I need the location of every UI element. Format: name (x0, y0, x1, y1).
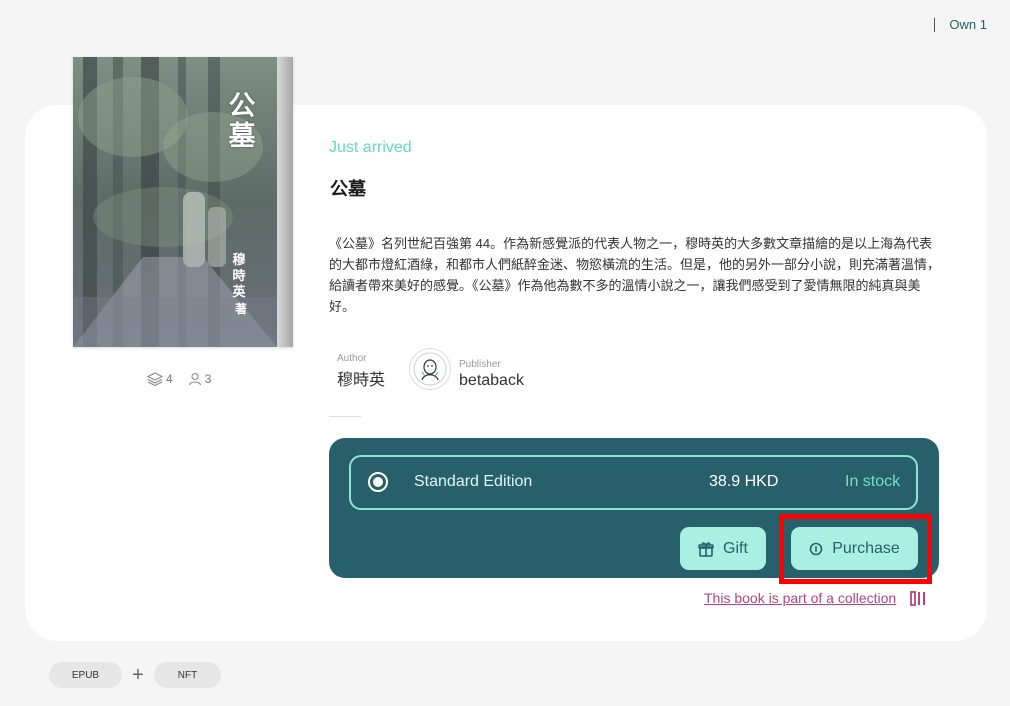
edition-price: 38.9 HKD (709, 473, 779, 490)
book-cover[interactable]: 公墓 穆時英 著 (73, 57, 293, 347)
publisher-avatar (409, 348, 452, 390)
cover-author: 穆時英 (232, 253, 246, 300)
epub-tag: EPUB (49, 662, 122, 688)
editions-count: 4 (166, 372, 173, 386)
cover-spine (277, 57, 293, 347)
gift-label: Gift (723, 539, 748, 557)
status-badge: Just arrived (329, 139, 412, 156)
format-tags: EPUB + NFT (49, 662, 221, 688)
publisher-label: Publisher (459, 359, 501, 370)
cover-author-suffix: 著 (234, 302, 247, 316)
gift-button[interactable]: Gift (680, 527, 766, 570)
collection-notice: This book is part of a collection (704, 590, 928, 606)
contributors: Author 穆時英 Publisher betaback (337, 348, 524, 390)
radio-selected-dot (373, 477, 383, 487)
layers-icon (147, 372, 163, 386)
author-info[interactable]: Author 穆時英 (337, 348, 385, 390)
collection-link[interactable]: This book is part of a collection (704, 590, 896, 606)
collection-icon[interactable] (910, 590, 928, 606)
book-description: 《公墓》名列世紀百強第 44。作為新感覺派的代表人物之一，穆時英的大多數文章描繪… (329, 236, 941, 314)
nft-tag: NFT (154, 662, 221, 688)
person-icon (188, 372, 201, 386)
divider (934, 17, 936, 32)
edition-name: Standard Edition (414, 473, 533, 490)
stock-status: In stock (845, 473, 901, 490)
cover-title: 公墓 (228, 91, 256, 152)
plus-icon: + (132, 664, 144, 686)
book-stats: 4 3 (147, 372, 211, 386)
readers-count: 3 (204, 372, 212, 386)
author-name: 穆時英 (337, 372, 386, 389)
owned-count: Own 1 (934, 17, 987, 32)
divider (329, 416, 361, 417)
purchase-highlight-box (779, 514, 932, 584)
publisher-avatar-icon (413, 352, 447, 386)
author-label: Author (337, 353, 367, 364)
editions-stat: 4 (147, 372, 173, 386)
edition-radio[interactable] (368, 472, 388, 492)
book-title: 公墓 (330, 179, 366, 199)
publisher-name: betaback (459, 372, 524, 389)
edition-option[interactable]: Standard Edition 38.9 HKD In stock (349, 455, 918, 510)
own-label: Own 1 (949, 17, 987, 32)
gift-icon (698, 541, 714, 557)
readers-stat: 3 (188, 372, 212, 386)
publisher-info[interactable]: Publisher betaback (409, 348, 524, 390)
